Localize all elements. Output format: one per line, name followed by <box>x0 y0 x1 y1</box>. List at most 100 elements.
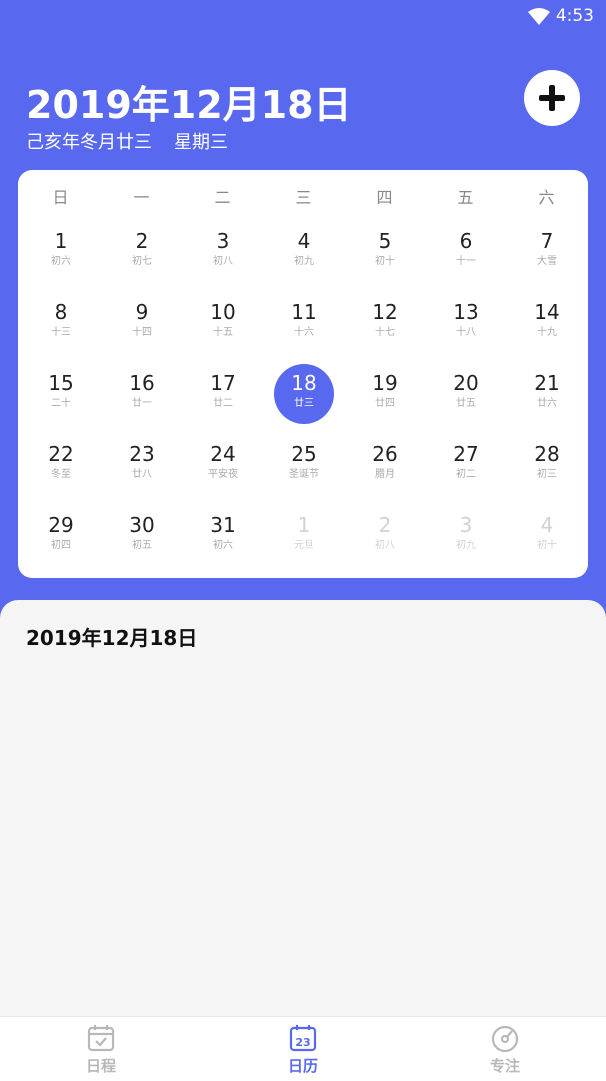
wifi-icon <box>528 8 550 25</box>
day-number: 1 <box>54 229 68 253</box>
lunar-day-label: 初九 <box>294 256 314 267</box>
day-number: 3 <box>216 229 230 253</box>
lunar-day-label: 廿四 <box>375 398 395 409</box>
day-number: 22 <box>48 442 74 466</box>
calendar-day[interactable]: 31 初六 <box>193 506 253 566</box>
lunar-day-label: 初八 <box>213 256 233 267</box>
weekday-label: 六 <box>538 188 555 207</box>
tab-focus[interactable]: 专注 <box>404 1017 606 1081</box>
lunar-day-label: 廿三 <box>294 398 314 409</box>
svg-text:23: 23 <box>295 1036 310 1049</box>
calendar-day[interactable]: 3 初八 <box>193 222 253 282</box>
day-detail-panel: 2019年12月18日 <box>0 600 606 1018</box>
day-number: 6 <box>459 229 473 253</box>
calendar-day[interactable]: 29 初四 <box>31 506 91 566</box>
calendar-day[interactable]: 2 初七 <box>112 222 172 282</box>
calendar-day[interactable]: 16 廿一 <box>112 364 172 424</box>
day-number: 13 <box>453 300 479 324</box>
calendar-day[interactable]: 10 十五 <box>193 293 253 353</box>
lunar-day-label: 初四 <box>51 540 71 551</box>
lunar-day-label: 廿八 <box>132 469 152 480</box>
weekday-label: 日 <box>52 188 69 207</box>
calendar-day[interactable]: 4 初九 <box>274 222 334 282</box>
calendar-day-selected[interactable]: 18 廿三 <box>274 364 334 424</box>
plus-icon <box>539 85 565 111</box>
calendar-day[interactable]: 14 十九 <box>517 293 577 353</box>
calendar-day[interactable]: 30 初五 <box>112 506 172 566</box>
calendar-day[interactable]: 22 冬至 <box>31 435 91 495</box>
calendar-day[interactable]: 3 初九 <box>436 506 496 566</box>
calendar-day[interactable]: 28 初三 <box>517 435 577 495</box>
calendar-day[interactable]: 7 大雪 <box>517 222 577 282</box>
lunar-day-label: 十六 <box>294 327 314 338</box>
day-number: 10 <box>210 300 236 324</box>
calendar-day[interactable]: 23 廿八 <box>112 435 172 495</box>
calendar-day[interactable]: 20 廿五 <box>436 364 496 424</box>
weekday-label: 四 <box>376 188 393 207</box>
calendar-day[interactable]: 25 圣诞节 <box>274 435 334 495</box>
calendar-day[interactable]: 21 廿六 <box>517 364 577 424</box>
day-number: 19 <box>372 371 398 395</box>
calendar-day[interactable]: 15 二十 <box>31 364 91 424</box>
lunar-date: 己亥年冬月廿三 <box>26 132 152 153</box>
lunar-day-label: 廿五 <box>456 398 476 409</box>
tab-schedule[interactable]: 日程 <box>0 1017 202 1081</box>
calendar-day[interactable]: 4 初十 <box>517 506 577 566</box>
lunar-day-label: 二十 <box>51 398 71 409</box>
day-number: 25 <box>291 442 317 466</box>
day-number: 16 <box>129 371 155 395</box>
calendar-23-icon: 23 <box>289 1025 317 1052</box>
calendar-day[interactable]: 13 十八 <box>436 293 496 353</box>
calendar-day[interactable]: 19 廿四 <box>355 364 415 424</box>
tab-calendar[interactable]: 23 日历 <box>202 1017 404 1081</box>
status-bar: 4:53 <box>0 0 606 34</box>
lunar-day-label: 十八 <box>456 327 476 338</box>
selected-date-title: 2019年12月18日 <box>26 626 198 650</box>
day-number: 12 <box>372 300 398 324</box>
lunar-day-label: 十一 <box>456 256 476 267</box>
calendar-day[interactable]: 6 十一 <box>436 222 496 282</box>
day-number: 17 <box>210 371 236 395</box>
lunar-day-label: 十四 <box>132 327 152 338</box>
calendar-day[interactable]: 5 初十 <box>355 222 415 282</box>
day-number: 21 <box>534 371 560 395</box>
day-number: 7 <box>540 229 554 253</box>
lunar-day-label: 初九 <box>456 540 476 551</box>
calendar-day[interactable]: 17 廿二 <box>193 364 253 424</box>
lunar-day-label: 初三 <box>537 469 557 480</box>
calendar-day[interactable]: 24 平安夜 <box>193 435 253 495</box>
day-number: 2 <box>378 513 392 537</box>
day-number: 27 <box>453 442 479 466</box>
lunar-day-label: 初十 <box>537 540 557 551</box>
lunar-day-label: 初七 <box>132 256 152 267</box>
lunar-day-label: 圣诞节 <box>289 469 319 480</box>
calendar-day[interactable]: 9 十四 <box>112 293 172 353</box>
lunar-day-label: 初六 <box>51 256 71 267</box>
day-number: 1 <box>297 513 311 537</box>
status-time: 4:53 <box>555 6 594 26</box>
calendar-day[interactable]: 27 初二 <box>436 435 496 495</box>
calendar-day[interactable]: 26 腊月 <box>355 435 415 495</box>
calendar-day[interactable]: 1 元旦 <box>274 506 334 566</box>
lunar-day-label: 初六 <box>213 540 233 551</box>
lunar-day-label: 初五 <box>132 540 152 551</box>
focus-dial-icon <box>491 1025 519 1053</box>
calendar-day[interactable]: 11 十六 <box>274 293 334 353</box>
calendar-day[interactable]: 2 初八 <box>355 506 415 566</box>
calendar-day[interactable]: 12 十七 <box>355 293 415 353</box>
month-calendar: 日一二三四五六 1 初六 2 初七 3 初八 4 初九 5 初十 6 十一 7 大雪 8 十三 9 十四 10 十五 1… <box>18 170 588 578</box>
add-event-button[interactable] <box>524 70 580 126</box>
lunar-day-label: 廿六 <box>537 398 557 409</box>
day-number: 28 <box>534 442 560 466</box>
lunar-day-label: 十五 <box>213 327 233 338</box>
tab-calendar-label: 日历 <box>287 1057 318 1075</box>
weekday-label: 星期三 <box>174 132 228 153</box>
calendar-day[interactable]: 8 十三 <box>31 293 91 353</box>
day-number: 2 <box>135 229 149 253</box>
calendar-day[interactable]: 1 初六 <box>31 222 91 282</box>
tab-schedule-label: 日程 <box>85 1057 116 1075</box>
day-number: 8 <box>54 300 68 324</box>
weekday-label: 五 <box>457 188 474 207</box>
day-number: 9 <box>135 300 149 324</box>
day-number: 4 <box>297 229 311 253</box>
